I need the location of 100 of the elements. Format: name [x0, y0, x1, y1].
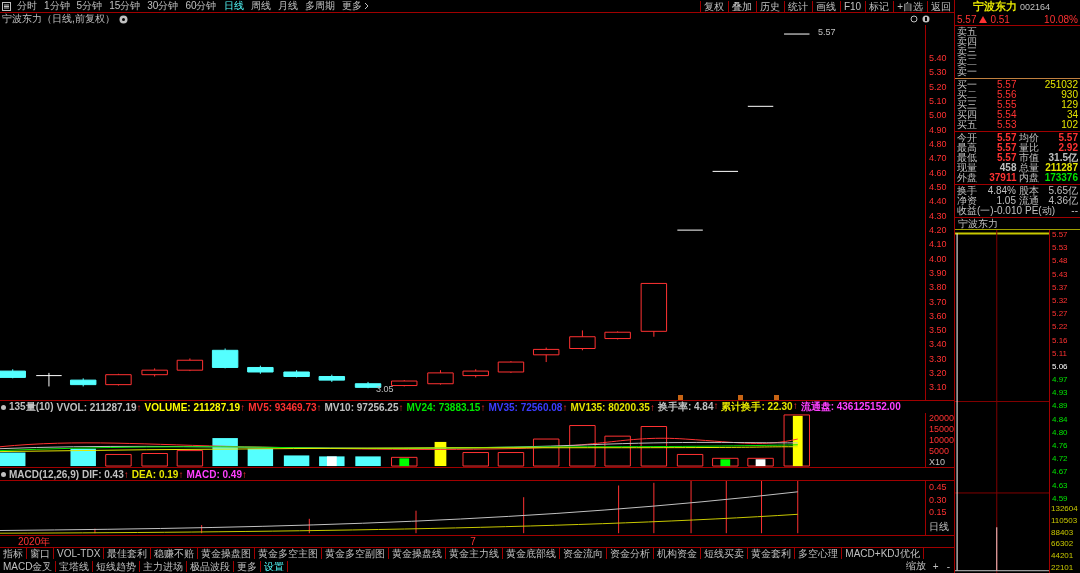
- chart-title: 宁波东力（日线,前复权）: [2, 12, 115, 26]
- period-tab[interactable]: 60分钟: [182, 0, 220, 12]
- zoom-in-button[interactable]: +: [928, 560, 943, 572]
- axis-label: 0.30: [929, 494, 948, 505]
- zoom-out-button[interactable]: -: [942, 560, 954, 572]
- candlestick: [318, 374, 346, 383]
- toolbar-button[interactable]: 叠加: [727, 0, 755, 12]
- axis-label: 22101: [1051, 562, 1075, 572]
- stat-label: 均价: [1018, 133, 1039, 143]
- marker-icon[interactable]: [738, 395, 743, 400]
- volume-bar: [676, 453, 704, 467]
- trend-arrow: ↑: [240, 401, 246, 413]
- candlestick: [0, 368, 26, 379]
- axis-label: 5000: [929, 445, 951, 456]
- indicator-value: VOLUME: 211287.19: [144, 401, 241, 413]
- indicator-tab[interactable]: 设置: [261, 560, 289, 572]
- marker-icon[interactable]: [678, 395, 683, 400]
- stat-label: 净资: [957, 196, 977, 206]
- indicator-tab[interactable]: 窗口: [27, 548, 54, 559]
- toolbar-button[interactable]: 标记: [865, 0, 893, 12]
- marker-icon[interactable]: [774, 395, 779, 400]
- price-label: 3.05: [376, 384, 394, 394]
- period-tab[interactable]: 分时: [14, 0, 40, 12]
- axis-label: 5.53: [1052, 243, 1069, 253]
- indicator-tab[interactable]: 黄金套利: [748, 548, 796, 559]
- period-tab[interactable]: 日线: [220, 0, 247, 12]
- indicator-tab[interactable]: 黄金操盘线: [389, 548, 447, 559]
- indicator-tab[interactable]: 黄金多空主图: [255, 548, 323, 559]
- period-tab[interactable]: 30分钟: [144, 0, 182, 12]
- date-label: 7: [469, 536, 476, 547]
- axis-label: 5.30: [929, 67, 947, 78]
- order-volume: 102: [1060, 120, 1078, 130]
- indicator-tab[interactable]: 多空心理: [795, 548, 843, 559]
- indicator-tab[interactable]: 更多: [234, 560, 262, 572]
- stat-label: 外盘: [957, 173, 977, 183]
- indicator-tab[interactable]: 短线趋势: [93, 560, 141, 572]
- order-price: 5.55: [997, 100, 1018, 110]
- trend-arrow: ↑: [398, 401, 404, 413]
- indicator-tab[interactable]: 资金分析: [607, 548, 655, 559]
- toolbar-button[interactable]: 历史: [755, 0, 783, 12]
- axis-label: 4.00: [929, 253, 947, 264]
- indicator-tab[interactable]: 资金流向: [560, 548, 608, 559]
- settings-icon[interactable]: [118, 14, 128, 24]
- period-tab[interactable]: 5分钟: [73, 0, 106, 12]
- stat-label: 收益(一): [957, 206, 994, 216]
- indicator-tab[interactable]: 黄金主力线: [446, 548, 504, 559]
- indicator-value: MV35: 72560.08: [488, 401, 563, 413]
- order-label: 买五: [957, 120, 978, 130]
- stock-code: 002164: [1020, 1, 1051, 12]
- toolbar-button[interactable]: 统计: [783, 0, 811, 12]
- indicator-tab[interactable]: 短线买卖: [701, 548, 749, 559]
- indicator-tab[interactable]: MACD+KDJ优化: [842, 548, 924, 559]
- order-volume: 251032: [1043, 80, 1078, 90]
- stat-label: 现量: [957, 163, 977, 173]
- toolbar-button[interactable]: 复权: [699, 0, 727, 12]
- toggle-icon[interactable]: [922, 15, 930, 23]
- axis-label: 5.00: [929, 110, 947, 121]
- more-button[interactable]: 更多: [338, 0, 372, 12]
- trend-arrow: ↑: [713, 400, 719, 413]
- axis-label: 4.63: [1052, 480, 1069, 490]
- indicator-tab[interactable]: 机构资金: [654, 548, 702, 559]
- axis-label: 4.89: [1052, 401, 1069, 411]
- axis-label: 4.72: [1052, 454, 1069, 464]
- period-tab[interactable]: 月线: [274, 0, 301, 12]
- trend-arrow: ↑: [792, 400, 798, 413]
- stat-label: 换手: [957, 186, 977, 196]
- toolbar-button[interactable]: 画线: [811, 0, 839, 12]
- indicator-tab[interactable]: 主力进场: [140, 560, 188, 572]
- axis-label: 4.70: [929, 153, 947, 164]
- axis-label: 5.10: [929, 95, 947, 106]
- indicator-tab[interactable]: 宝塔线: [56, 560, 94, 572]
- candlestick: [105, 373, 132, 387]
- indicator-tab[interactable]: 黄金多空副图: [322, 548, 390, 559]
- axis-label: 132604: [1051, 504, 1079, 514]
- candlestick: [569, 329, 596, 351]
- axis-label: 5.57: [1052, 230, 1069, 239]
- period-tab[interactable]: 多周期: [301, 0, 338, 12]
- volume-bar: [747, 457, 774, 467]
- indicator-value: 135量(10): [9, 400, 54, 414]
- indicator-tab[interactable]: 最佳套利: [104, 548, 152, 559]
- axis-label: 4.90: [929, 124, 947, 135]
- indicator-tab[interactable]: 黄金操盘图: [198, 548, 256, 559]
- indicator-tab[interactable]: 稳赚不赔: [151, 548, 199, 559]
- indicator-tab[interactable]: MACD金叉: [0, 560, 57, 572]
- indicator-tab[interactable]: VOL-TDX: [54, 548, 105, 559]
- period-tab[interactable]: 15分钟: [106, 0, 144, 12]
- axis-label: 20000: [929, 413, 954, 424]
- toolbar-button[interactable]: 返回: [927, 0, 954, 12]
- axis-label: 15000: [929, 424, 954, 435]
- period-tab[interactable]: 1分钟: [41, 0, 73, 12]
- axis-label: 3.50: [929, 325, 947, 336]
- menu-icon[interactable]: [0, 1, 13, 11]
- indicator-tab[interactable]: 指标: [0, 548, 27, 559]
- candlestick: [70, 377, 97, 387]
- toolbar-button[interactable]: +自选: [893, 0, 926, 12]
- indicator-tab[interactable]: 极品波段: [187, 560, 235, 572]
- toolbar-button[interactable]: F10: [839, 0, 865, 12]
- period-tab[interactable]: 周线: [247, 0, 274, 12]
- indicator-tab[interactable]: 黄金底部线: [503, 548, 561, 559]
- circle-icon[interactable]: [910, 15, 918, 23]
